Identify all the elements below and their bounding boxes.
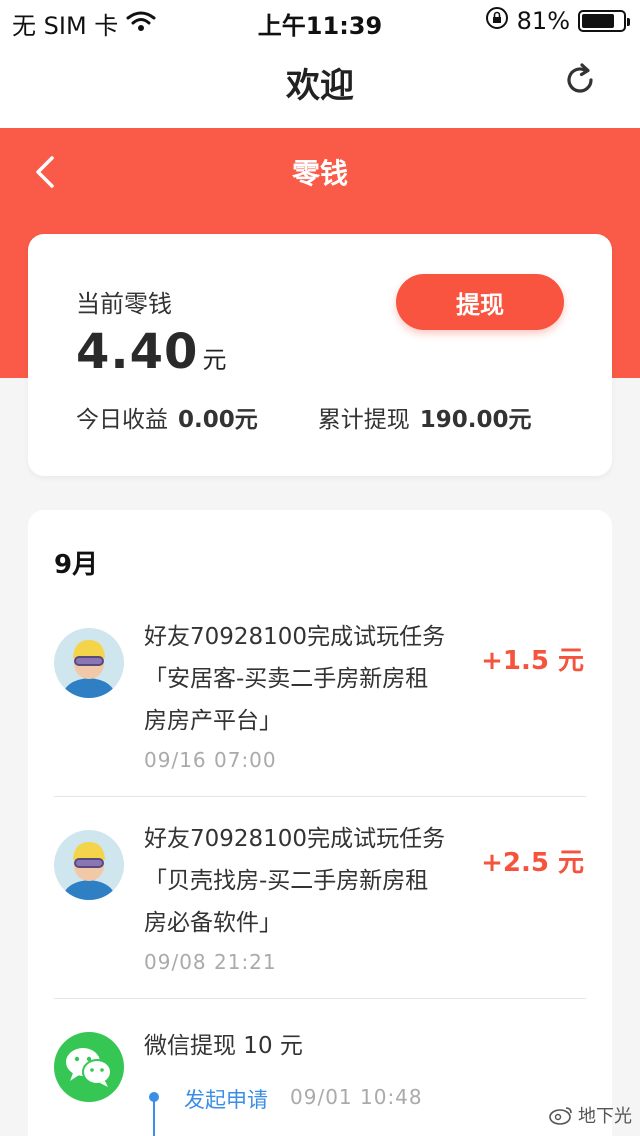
- wechat-icon: [66, 1048, 112, 1087]
- balance-unit: 元: [202, 346, 227, 374]
- friend-avatar: [54, 830, 124, 900]
- balance-stats: 今日收益 0.00元 累计提现 190.00元: [76, 400, 532, 434]
- nav-header: 欢迎: [0, 40, 640, 128]
- record-amount: +2.5 元: [481, 848, 584, 878]
- total-withdrawn: 累计提现 190.00元: [318, 400, 532, 434]
- record-description: 好友70928100完成试玩任务 「安居客-买卖二手房新房租 房房产平台」: [144, 616, 464, 742]
- total-withdrawn-value: 190.00元: [419, 407, 532, 433]
- battery-fill: [582, 14, 615, 28]
- wechat-avatar: [54, 1032, 124, 1102]
- today-earnings-label: 今日收益: [76, 407, 168, 433]
- weibo-icon: [549, 1107, 572, 1125]
- balance-amount: 4.40 元: [76, 324, 226, 380]
- nav-title: 欢迎: [286, 66, 354, 106]
- record-amount: +1.5 元: [481, 646, 584, 676]
- orientation-lock-icon: [485, 6, 509, 36]
- record-line: 「贝壳找房-买二手房新房租: [144, 868, 429, 894]
- today-earnings: 今日收益 0.00元: [76, 400, 258, 434]
- watermark: 地下光: [548, 1102, 632, 1128]
- divider: [54, 998, 586, 999]
- balance-card: 当前零钱 4.40 元 提现 今日收益 0.00元 累计提现 190.00元: [28, 234, 612, 476]
- timeline-step-label: 发起申请: [184, 1088, 268, 1112]
- timeline-step-time: 09/01 10:48: [290, 1085, 423, 1109]
- timeline-line: [153, 1100, 155, 1136]
- total-withdrawn-label: 累计提现: [317, 407, 410, 433]
- record-line: 房必备软件」: [144, 910, 282, 936]
- friend-avatar: [54, 628, 124, 698]
- record-description: 好友70928100完成试玩任务 「贝壳找房-买二手房新房租 房必备软件」: [144, 818, 464, 944]
- battery-percent: 81%: [516, 7, 570, 35]
- record-line: 好友70928100完成试玩任务: [144, 826, 446, 852]
- today-earnings-value: 0.00元: [178, 407, 258, 433]
- refresh-icon: [567, 63, 593, 93]
- withdrawal-title: 微信提现 10 元: [144, 1033, 303, 1059]
- record-line: 房房产平台」: [144, 708, 282, 734]
- month-header: 9月: [54, 550, 99, 580]
- status-right: 81%: [485, 6, 630, 36]
- watermark-text: 地下光: [578, 1106, 632, 1127]
- record-line: 好友70928100完成试玩任务: [144, 624, 446, 650]
- status-bar: 无 SIM 卡 上午11:39 81%: [0, 0, 640, 40]
- balance-label: 当前零钱: [76, 290, 172, 318]
- divider: [54, 796, 586, 797]
- page-title: 零钱: [291, 157, 348, 190]
- refresh-button[interactable]: [560, 58, 600, 102]
- records-card: 9月 好友70928100完成试玩任务 「安居客-买卖二手房新房租 房房产平台」…: [28, 510, 612, 1136]
- withdraw-button[interactable]: 提现: [396, 274, 564, 330]
- record-time: 09/08 21:21: [144, 950, 277, 974]
- record-time: 09/16 07:00: [144, 748, 277, 772]
- balance-value: 4.40: [76, 324, 199, 380]
- record-line: 「安居客-买卖二手房新房租: [144, 666, 429, 692]
- battery-icon: [578, 10, 630, 32]
